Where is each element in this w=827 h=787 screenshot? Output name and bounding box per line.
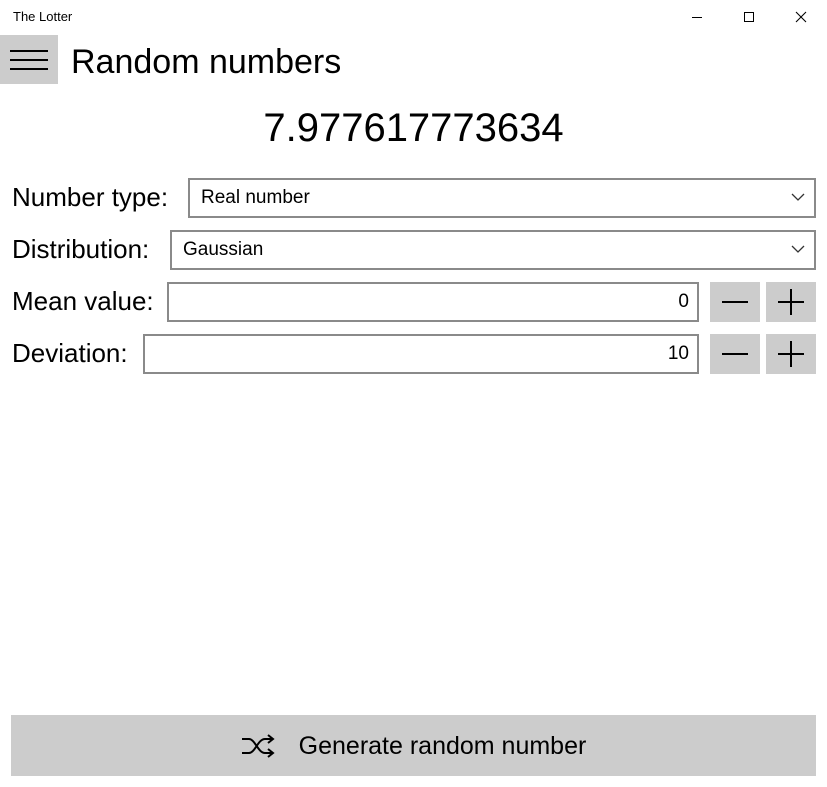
mean-increment-button[interactable] (766, 282, 816, 322)
maximize-icon (744, 12, 754, 22)
page-title: Random numbers (71, 43, 342, 81)
number-type-selected: Real number (201, 187, 310, 208)
deviation-decrement-button[interactable] (710, 334, 760, 374)
distribution-selected: Gaussian (183, 239, 264, 260)
mean-value-text: 0 (678, 291, 689, 312)
distribution-label: Distribution: (12, 234, 150, 264)
deviation-input[interactable]: 10 (143, 334, 699, 374)
shuffle-icon (241, 733, 275, 758)
maximize-button[interactable] (723, 0, 775, 34)
plus-icon (778, 289, 804, 315)
deviation-value-text: 10 (667, 343, 689, 364)
app-title: The Lotter (13, 9, 73, 24)
generate-button-content: Generate random number (241, 731, 587, 761)
plus-icon (778, 341, 804, 367)
generate-button-label: Generate random number (298, 731, 587, 760)
number-type-label: Number type: (12, 182, 169, 212)
minimize-button[interactable] (671, 0, 723, 34)
app-window: The Lotter Random numbers 7.977617773634… (0, 0, 827, 787)
deviation-label: Deviation: (12, 338, 128, 368)
title-bar: The Lotter (0, 0, 827, 34)
minus-icon (722, 353, 748, 355)
distribution-dropdown[interactable]: Gaussian (170, 230, 816, 270)
hamburger-menu-icon (10, 49, 48, 70)
generate-random-number-button[interactable]: Generate random number (11, 715, 816, 776)
mean-value-label: Mean value: (12, 286, 154, 316)
deviation-increment-button[interactable] (766, 334, 816, 374)
close-button[interactable] (775, 0, 827, 34)
random-result-value: 7.977617773634 (263, 106, 564, 150)
chevron-down-icon (791, 245, 805, 253)
minus-icon (722, 301, 748, 303)
close-icon (795, 11, 807, 23)
number-type-dropdown[interactable]: Real number (188, 178, 816, 218)
mean-decrement-button[interactable] (710, 282, 760, 322)
mean-value-input[interactable]: 0 (167, 282, 699, 322)
minimize-icon (692, 17, 702, 18)
hamburger-menu-button[interactable] (0, 35, 58, 84)
chevron-down-icon (791, 193, 805, 201)
